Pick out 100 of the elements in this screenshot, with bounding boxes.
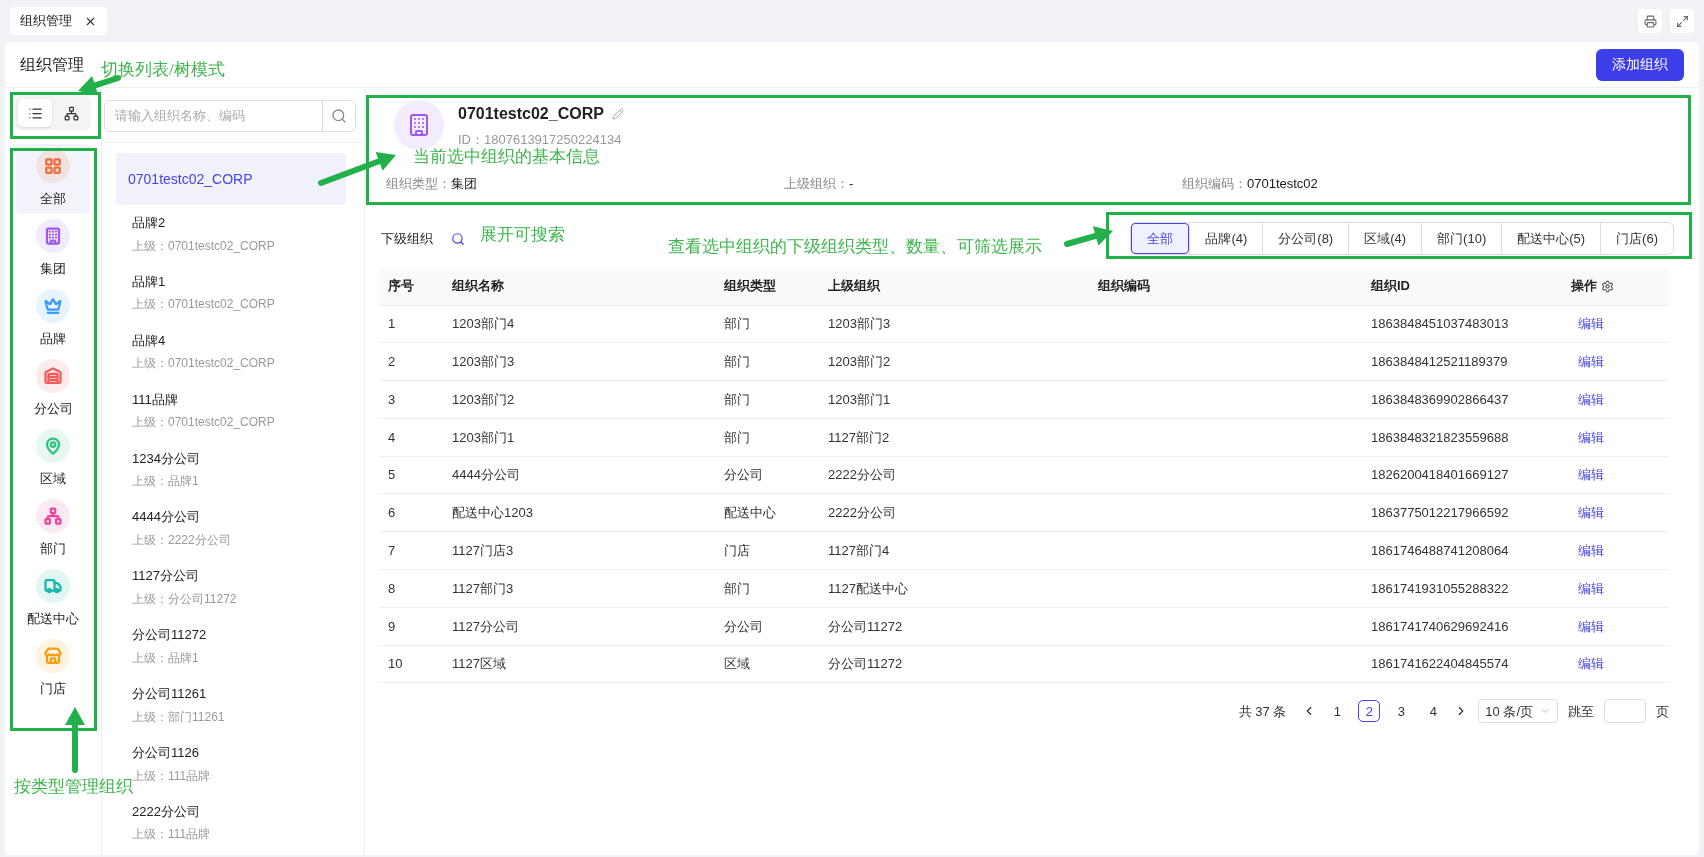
table-cell-text: 1127部门2	[828, 428, 890, 447]
table-cell-text: 分公司11272	[828, 617, 903, 636]
type-menu-item[interactable]: 配送中心	[16, 564, 90, 634]
table-cell-text: 1	[388, 315, 396, 334]
table-cell-text: 部门	[724, 390, 750, 409]
type-menu-item[interactable]: 区域	[16, 424, 90, 494]
edit-link[interactable]: 编辑	[1578, 578, 1604, 599]
table-cell-text: 1861741931055288322	[1371, 579, 1509, 598]
table-cell-text: 1863848321823559688	[1371, 428, 1509, 447]
search-button[interactable]	[323, 100, 356, 132]
annotation-text: 查看选中组织的下级组织类型、数量、可筛选展示	[668, 236, 1042, 258]
filter-tab[interactable]: 配送中心(5)	[1501, 223, 1601, 254]
edit-link[interactable]: 编辑	[1578, 314, 1604, 334]
table-cell-text: 1863775012217966592	[1371, 504, 1509, 523]
org-list-item[interactable]: 分公司11261 上级：部门11261	[132, 678, 346, 737]
info-field: 上级组织：-	[784, 174, 1182, 194]
column-header: 操作	[1562, 267, 1669, 305]
filter-tab[interactable]: 区域(4)	[1348, 223, 1422, 254]
edit-link[interactable]: 编辑	[1578, 427, 1604, 448]
annotation-arrow	[1064, 226, 1113, 247]
table-cell-text: 5	[388, 466, 396, 485]
building-icon	[407, 113, 431, 137]
filter-tab[interactable]: 品牌(4)	[1189, 223, 1263, 254]
org-list-item[interactable]: 111品牌 上级：0701testc02_CORP	[132, 383, 346, 443]
filter-tab[interactable]: 分公司(8)	[1262, 223, 1349, 254]
table-cell-text: 3	[388, 390, 396, 409]
page-button[interactable]: 4	[1422, 700, 1445, 723]
org-list-item[interactable]: 品牌2 上级：0701testc02_CORP	[132, 207, 346, 266]
table-cell-text: 1127部门3	[452, 579, 514, 598]
page-input[interactable]	[1604, 699, 1646, 724]
table-cell-text: 7	[388, 541, 396, 560]
page-size-select[interactable]: 10 条/页	[1478, 699, 1558, 724]
type-menu-item[interactable]: 门店	[16, 634, 90, 704]
page-tab[interactable]: 组织管理	[10, 7, 107, 35]
type-menu-item[interactable]: 全部	[16, 144, 90, 214]
filter-tab[interactable]: 部门(10)	[1421, 223, 1502, 254]
table-cell-text: 8	[388, 579, 396, 598]
section-title: 下级组织	[381, 229, 433, 248]
org-list-item[interactable]: 4444分公司 上级：2222分公司	[132, 501, 346, 561]
search-icon[interactable]	[451, 231, 465, 246]
page-button[interactable]: 2	[1358, 700, 1381, 723]
column-header: 上级组织	[827, 277, 881, 296]
edit-link[interactable]: 编辑	[1578, 389, 1604, 410]
column-header: 序号	[387, 277, 415, 296]
table-cell-text: 部门	[724, 315, 750, 334]
filter-tab[interactable]: 全部	[1131, 223, 1190, 254]
table-cell-text: 1127区域	[452, 655, 506, 674]
page-button[interactable]: 3	[1390, 700, 1413, 723]
printer-button[interactable]	[1638, 9, 1662, 33]
table-cell-text: 1861741740629692416	[1371, 617, 1509, 636]
table-cell-text: 1203部门4	[452, 315, 515, 334]
tab-title: 组织管理	[20, 12, 72, 31]
type-menu-item[interactable]: 集团	[16, 214, 90, 284]
org-list-item[interactable]: 1234分公司 上级：品牌1	[132, 442, 346, 502]
type-menu-item[interactable]: 品牌	[16, 284, 90, 354]
org-list-item[interactable]: 2222分公司 上级：111品牌	[132, 795, 346, 855]
table-cell-text: 分公司	[724, 466, 763, 485]
page-button[interactable]: 1	[1326, 700, 1349, 723]
org-list-item[interactable]: 0701testc02_CORP	[116, 153, 346, 205]
edit-link[interactable]: 编辑	[1578, 465, 1604, 485]
column-header: 组织编码	[1097, 277, 1151, 296]
table-cell-text: 1863848451037483013	[1371, 315, 1509, 334]
table-cell-text: 1203部门3	[452, 352, 515, 371]
info-field: 组织编码：0701testc02	[1182, 174, 1580, 194]
table-cell-text: 分公司11272	[828, 655, 903, 674]
org-list-item[interactable]: 品牌1 上级：0701testc02_CORP	[132, 265, 346, 325]
table-cell-text: 1203部门3	[828, 315, 891, 334]
edit-link[interactable]: 编辑	[1578, 540, 1604, 561]
page-title: 组织管理	[20, 54, 84, 75]
edit-link[interactable]: 编辑	[1578, 503, 1604, 523]
table-cell-text: 部门	[724, 428, 750, 447]
table-cell-text: 2222分公司	[828, 466, 896, 485]
table-cell-text: 部门	[724, 352, 750, 371]
table-cell-text: 配送中心	[724, 504, 776, 523]
org-list-item[interactable]: 品牌4 上级：0701testc02_CORP	[132, 324, 346, 384]
edit-link[interactable]: 编辑	[1578, 351, 1604, 372]
annotation-text: 当前选中组织的基本信息	[413, 146, 600, 168]
list-view-button[interactable]	[18, 99, 52, 127]
type-menu-item[interactable]: 部门	[16, 494, 90, 564]
org-list-item[interactable]: 分公司11272 上级：品牌1	[132, 619, 346, 679]
settings-icon[interactable]	[1601, 279, 1614, 293]
table-cell-text: 配送中心1203	[452, 504, 533, 523]
info-field: 组织类型：集团	[386, 174, 784, 194]
search-field[interactable]: 请输入组织名称、编码	[104, 100, 323, 132]
hierarchy-icon	[63, 105, 79, 121]
table-cell-text: 1127部门4	[828, 541, 890, 560]
org-list-item[interactable]: 分公司1126 上级：111品牌	[132, 737, 346, 796]
table-cell-text: 1127门店3	[452, 541, 514, 560]
org-list-item[interactable]: 1127分公司 上级：分公司11272	[132, 560, 346, 620]
table-cell-text: 1863848369902866437	[1371, 390, 1509, 409]
fullscreen-button[interactable]	[1670, 9, 1694, 33]
search-icon	[331, 108, 347, 124]
table-cell-text: 10	[388, 655, 403, 674]
edit-link[interactable]: 编辑	[1578, 654, 1604, 674]
type-menu-item[interactable]: 分公司	[16, 354, 90, 424]
edit-link[interactable]: 编辑	[1578, 616, 1604, 636]
filter-tab[interactable]: 门店(6)	[1600, 223, 1673, 254]
add-button[interactable]: 添加组织	[1596, 48, 1684, 81]
annotation-text: 切换列表/树模式	[101, 59, 225, 81]
table-cell-text: 1203部门1	[828, 390, 891, 409]
